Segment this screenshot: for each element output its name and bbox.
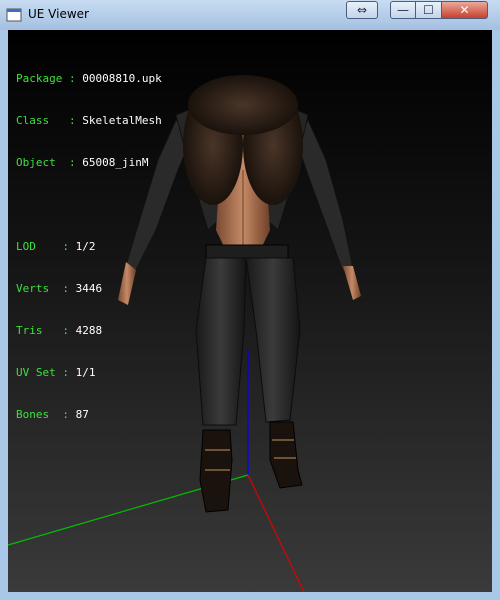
info-row-tris: Tris : 4288 [16, 324, 103, 337]
tris-value: 4288 [75, 324, 103, 337]
maximize-button[interactable]: ☐ [416, 1, 442, 19]
package-value: 00008810.upk [82, 72, 162, 85]
object-value: 65008_jinM [82, 156, 149, 169]
info-row-verts: Verts : 3446 [16, 282, 103, 295]
app-window: UE Viewer ⇔ — ☐ ✕ Package: 00008810.upk… [0, 0, 500, 600]
minimize-button[interactable]: — [390, 1, 416, 19]
close-button[interactable]: ✕ [442, 1, 488, 19]
axis-x-line [247, 474, 305, 592]
app-icon [6, 8, 22, 22]
info-row-uvset: UV Set : 1/1 [16, 366, 96, 379]
info-row-object: Object : 65008_jinM [16, 156, 149, 169]
swap-icon[interactable]: ⇔ [346, 1, 378, 19]
info-row-package: Package : 00008810.upk [16, 72, 162, 85]
bones-value: 87 [75, 408, 89, 421]
mesh-info-panel: Package : 00008810.upk Class : SkeletalM… [16, 44, 162, 450]
3d-viewport[interactable]: Package : 00008810.upk Class : SkeletalM… [8, 30, 492, 592]
uvset-value: 1/1 [75, 366, 96, 379]
window-title: UE Viewer [28, 7, 89, 21]
title-bar[interactable]: UE Viewer ⇔ — ☐ ✕ [0, 0, 500, 30]
lod-value: 1/2 [75, 240, 96, 253]
info-row-bones: Bones : 87 [16, 408, 89, 421]
info-row-class: Class : SkeletalMesh [16, 114, 162, 127]
verts-value: 3446 [75, 282, 103, 295]
class-value: SkeletalMesh [82, 114, 162, 127]
info-row-lod: LOD : 1/2 [16, 240, 96, 253]
